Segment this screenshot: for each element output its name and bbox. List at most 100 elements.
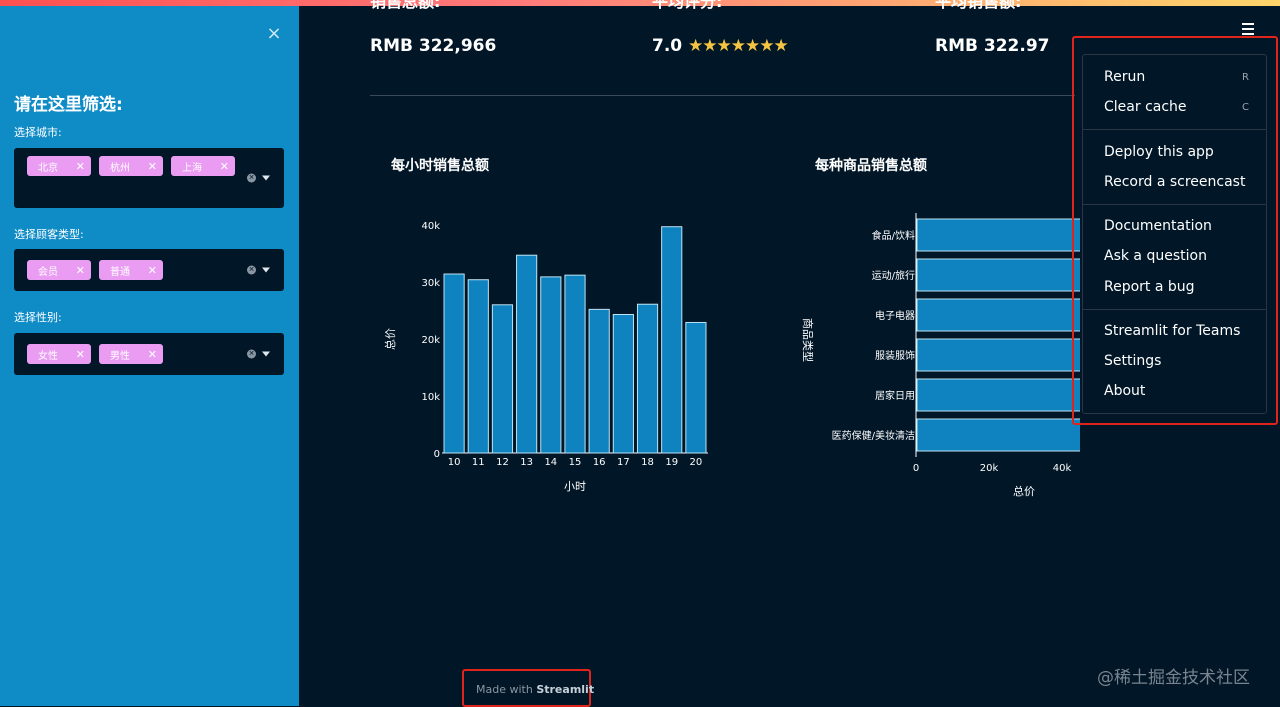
tag-member: 会员 ✕ — [27, 260, 91, 280]
rating-number: 7.0 — [652, 36, 683, 56]
product-chart-title: 每种商品销售总额 — [815, 158, 927, 174]
star-icons: ★★★★★★★ — [688, 36, 789, 56]
x-tick-label: 14 — [544, 457, 557, 468]
tag-label: 上海 — [182, 162, 202, 174]
clear-all-icon[interactable]: ✕ — [247, 265, 256, 275]
watermark: @稀土掘金技术社区 — [1097, 668, 1250, 688]
bar-hour-16 — [588, 308, 610, 454]
bar-category-0 — [916, 218, 1080, 252]
x-tick-label: 12 — [496, 457, 509, 468]
divider — [370, 95, 1075, 96]
sidebar-title: 请在这里筛选: — [14, 95, 123, 115]
dropdown-caret-icon[interactable] — [262, 175, 270, 181]
x-tick-label: 20 — [690, 457, 703, 468]
bar-hour-12 — [491, 304, 514, 454]
tag-label: 北京 — [38, 162, 58, 174]
x-tick-label: 18 — [641, 457, 654, 468]
remove-tag-icon[interactable]: ✕ — [76, 160, 85, 173]
y-axis-title: 总价 — [383, 328, 397, 350]
y-tick-label: 20k — [421, 335, 440, 346]
avg-rating-label: 平均评分: — [652, 0, 723, 11]
y-tick-label: 电子电器 — [875, 309, 915, 322]
tag-label: 会员 — [38, 266, 58, 278]
tag-label: 杭州 — [110, 162, 130, 174]
product-sales-chart: 食品/饮料运动/旅行电子电器服装服饰居家日用医药保健/美妆清洁 0 20k 40k 总价… — [801, 213, 1080, 498]
bar-hour-13 — [516, 254, 538, 454]
bar-category-5 — [916, 418, 1080, 452]
bar-hour-10 — [443, 273, 465, 454]
y-tick-label: 40k — [421, 221, 440, 232]
bar-hour-15 — [564, 274, 586, 454]
close-sidebar-icon[interactable]: × — [264, 24, 284, 44]
hourly-chart-title: 每小时销售总额 — [391, 158, 489, 174]
y-axis-title: 商品类型 — [801, 318, 815, 362]
city-filter-label: 选择城市: — [14, 126, 62, 139]
remove-tag-icon[interactable]: ✕ — [220, 160, 229, 173]
bar-category-3 — [916, 338, 1080, 372]
customer-type-filter-label: 选择顾客类型: — [14, 228, 84, 241]
x-tick-label: 40k — [1053, 463, 1072, 474]
x-tick-label: 13 — [520, 457, 533, 468]
bar-category-2 — [916, 298, 1080, 332]
bar-hour-20 — [685, 321, 707, 454]
x-axis-title: 小时 — [564, 480, 586, 493]
y-tick-label: 10k — [421, 392, 440, 403]
y-tick-label: 食品/饮料 — [872, 229, 915, 242]
tag-hangzhou: 杭州 ✕ — [99, 156, 163, 176]
dropdown-caret-icon[interactable] — [262, 351, 270, 357]
y-tick-label: 30k — [421, 278, 440, 289]
x-tick-label: 10 — [448, 457, 461, 468]
x-axis-title: 总价 — [1013, 484, 1035, 498]
made-with-streamlit[interactable]: Made with Streamlit — [476, 683, 594, 696]
clear-all-icon[interactable]: ✕ — [247, 173, 256, 183]
bar-hour-18 — [636, 303, 659, 454]
y-tick-label: 医药保健/美妆清洁 — [832, 429, 915, 442]
y-tick-label: 0 — [434, 449, 440, 460]
made-with-text: Made with — [476, 683, 533, 696]
city-multiselect[interactable]: 北京 ✕ 杭州 ✕ 上海 ✕ ✕ — [14, 148, 284, 208]
remove-tag-icon[interactable]: ✕ — [148, 348, 157, 361]
total-sales-value: RMB 322,966 — [370, 36, 497, 56]
bar-hour-11 — [467, 279, 489, 454]
customer-type-multiselect[interactable]: 会员 ✕ 普通 ✕ ✕ — [14, 249, 284, 291]
x-tick-label: 0 — [913, 463, 919, 474]
y-tick-label: 服装服饰 — [875, 349, 915, 362]
x-tick-label: 16 — [593, 457, 606, 468]
x-tick-label: 19 — [665, 457, 678, 468]
bar-hour-14 — [540, 276, 562, 454]
y-tick-label: 运动/旅行 — [872, 269, 915, 282]
tag-label: 普通 — [110, 266, 130, 278]
tag-label: 男性 — [110, 350, 130, 362]
tag-shanghai: 上海 ✕ — [171, 156, 235, 176]
tag-normal: 普通 ✕ — [99, 260, 163, 280]
gender-multiselect[interactable]: 女性 ✕ 男性 ✕ ✕ — [14, 333, 284, 375]
clear-all-icon[interactable]: ✕ — [247, 349, 256, 359]
tag-female: 女性 ✕ — [27, 344, 91, 364]
remove-tag-icon[interactable]: ✕ — [76, 264, 85, 277]
tag-beijing: 北京 ✕ — [27, 156, 91, 176]
remove-tag-icon[interactable]: ✕ — [148, 264, 157, 277]
remove-tag-icon[interactable]: ✕ — [76, 348, 85, 361]
bar-category-4 — [916, 378, 1080, 412]
tag-label: 女性 — [38, 350, 58, 362]
bar-hour-19 — [661, 226, 683, 454]
total-sales-label: 销售总额: — [370, 0, 441, 11]
avg-sales-label: 平均销售额: — [935, 0, 1022, 11]
x-tick-label: 20k — [980, 463, 999, 474]
streamlit-brand: Streamlit — [536, 683, 595, 696]
avg-sales-value: RMB 322.97 — [935, 36, 1050, 56]
x-tick-label: 15 — [569, 457, 582, 468]
tag-male: 男性 ✕ — [99, 344, 163, 364]
avg-rating-value: 7.0 ★★★★★★★ — [652, 36, 789, 56]
menu-highlight-box — [1072, 36, 1278, 425]
gender-filter-label: 选择性别: — [14, 311, 62, 324]
bar-hour-17 — [612, 313, 634, 454]
y-tick-label: 居家日用 — [875, 389, 915, 402]
bar-category-1 — [916, 258, 1080, 292]
hourly-sales-chart: 10 11 12 13 14 15 16 17 18 19 20 0 10k 20k 30k 40k 小时 总价 — [383, 221, 708, 493]
sidebar: × 请在这里筛选: 选择城市: 北京 ✕ 杭州 ✕ 上海 ✕ ✕ 选择顾客类型: 会员… — [0, 6, 299, 706]
remove-tag-icon[interactable]: ✕ — [148, 160, 157, 173]
x-tick-label: 17 — [617, 457, 630, 468]
x-tick-label: 11 — [472, 457, 485, 468]
dropdown-caret-icon[interactable] — [262, 267, 270, 273]
